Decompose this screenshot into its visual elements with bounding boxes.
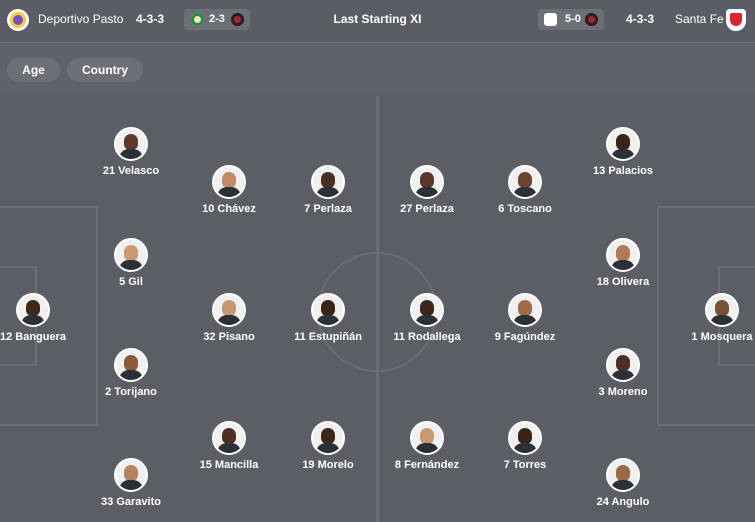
player-photo [410,165,444,199]
player-name: 7 Torres [503,459,547,471]
player-name: 13 Palacios [593,165,653,177]
player-card[interactable]: 12 Banguera [0,293,88,344]
player-photo [212,165,246,199]
player-photo [606,127,640,161]
player-photo [114,238,148,272]
player-card[interactable]: 5 Gil [76,238,186,289]
player-card[interactable]: 11 Rodallega [372,293,482,344]
player-name: 9 Fagúndez [494,331,556,343]
player-card[interactable]: 6 Toscano [470,165,580,216]
player-card[interactable]: 27 Perlaza [372,165,482,216]
player-photo [311,421,345,455]
player-card[interactable]: 21 Velasco [76,127,186,178]
player-photo [508,165,542,199]
player-photo [606,458,640,492]
away-last-score: 5-0 [565,13,581,25]
player-name: 12 Banguera [0,331,67,343]
player-name: 2 Torijano [105,386,157,398]
age-filter-button[interactable]: Age [7,58,60,82]
player-card[interactable]: 7 Torres [470,421,580,472]
player-card[interactable]: 7 Perlaza [273,165,383,216]
player-photo [705,293,739,327]
player-name: 8 Fernández [394,459,460,471]
player-name: 10 Chávez [202,203,256,215]
player-name: 21 Velasco [102,165,160,177]
player-photo [311,165,345,199]
player-card[interactable]: 3 Moreno [568,348,678,399]
santa-fe-crest-small-icon [544,13,557,26]
away-team-name[interactable]: Santa Fe [675,12,724,26]
player-name: 3 Moreno [598,386,648,398]
player-name: 15 Mancilla [199,459,259,471]
player-name: 1 Mosquera [691,331,753,343]
player-card[interactable]: 9 Fagúndez [470,293,580,344]
country-filter-button[interactable]: Country [67,58,143,82]
player-name: 19 Morelo [302,459,354,471]
lineup-header: Deportivo Pasto 4-3-3 2-3 Last Starting … [0,0,755,43]
player-card[interactable]: 24 Angulo [568,458,678,509]
player-photo [508,293,542,327]
player-photo [114,458,148,492]
player-name: 24 Angulo [596,496,650,508]
player-card[interactable]: 15 Mancilla [174,421,284,472]
player-name: 7 Perlaza [304,203,352,215]
player-photo [410,421,444,455]
away-last-match-pill[interactable]: 5-0 [538,9,604,30]
santa-fe-crest-icon[interactable] [726,9,746,31]
player-photo [410,293,444,327]
player-photo [16,293,50,327]
player-name: 6 Toscano [498,203,552,215]
player-card[interactable]: 19 Morelo [273,421,383,472]
player-photo [508,421,542,455]
player-name: 33 Garavito [101,496,161,508]
player-name: 11 Estupiñán [294,331,362,343]
player-name: 5 Gil [119,276,143,288]
player-photo [606,348,640,382]
away-formation: 4-3-3 [626,12,655,26]
player-card[interactable]: 1 Mosquera [667,293,755,344]
player-name: 11 Rodallega [393,331,461,343]
player-card[interactable]: 11 Estupiñán [273,293,383,344]
player-name: 27 Perlaza [400,203,454,215]
player-card[interactable]: 8 Fernández [372,421,482,472]
player-card[interactable]: 32 Pisano [174,293,284,344]
player-name: 18 Olivera [596,276,650,288]
player-photo [212,293,246,327]
player-photo [114,348,148,382]
player-card[interactable]: 2 Torijano [76,348,186,399]
player-photo [212,421,246,455]
player-card[interactable]: 33 Garavito [76,458,186,509]
player-name: 32 Pisano [203,331,255,343]
player-card[interactable]: 13 Palacios [568,127,678,178]
player-photo [311,293,345,327]
player-photo [606,238,640,272]
player-photo [114,127,148,161]
player-card[interactable]: 10 Chávez [174,165,284,216]
player-card[interactable]: 18 Olivera [568,238,678,289]
opponent-crest-icon [585,13,598,26]
